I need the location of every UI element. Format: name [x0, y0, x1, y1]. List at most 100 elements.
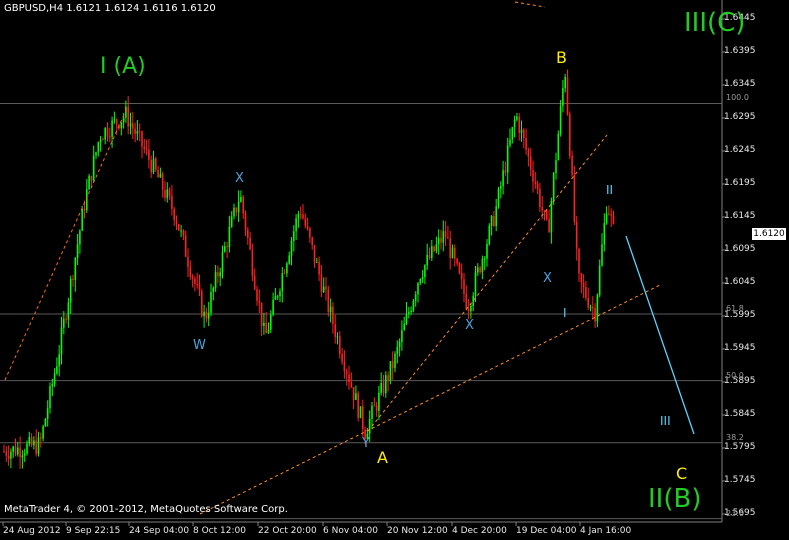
price-chart[interactable] — [0, 0, 789, 540]
wave-label-x1: X — [235, 171, 244, 186]
candle-body — [437, 237, 440, 245]
candle-body — [601, 244, 603, 266]
candle-body — [516, 116, 518, 120]
candle-body — [164, 189, 166, 198]
candle-body — [433, 246, 435, 252]
candle-body — [46, 408, 49, 419]
candle-body — [122, 117, 125, 123]
candle-body — [458, 263, 461, 274]
time-tick-label: 24 Aug 2012 — [3, 526, 61, 536]
candle-body — [329, 306, 332, 313]
candle-body — [283, 273, 286, 275]
candle-body — [529, 156, 532, 170]
candle-body — [332, 306, 334, 325]
candle-body — [76, 244, 79, 259]
time-tick-label: 24 Sep 04:00 — [129, 526, 190, 536]
candle-body — [67, 302, 70, 320]
candle-body — [474, 272, 477, 296]
candle-body — [92, 155, 95, 181]
candle-body — [210, 292, 212, 313]
candle-body — [357, 393, 359, 418]
candle-body — [115, 119, 118, 125]
candle-body — [265, 322, 267, 334]
candle-body — [28, 437, 31, 444]
candle-body — [470, 306, 472, 312]
candle-body — [481, 258, 484, 273]
candle-body — [426, 254, 428, 266]
candle-body — [196, 283, 198, 285]
trend-line-top-fragment — [514, 1, 546, 8]
wave-label-i: I — [563, 306, 567, 320]
candle-body — [171, 195, 173, 209]
candle-body — [589, 306, 592, 308]
wave-label-y: Y — [362, 436, 370, 451]
copyright-text: MetaTrader 4, © 2001-2012, MetaQuotes So… — [4, 504, 288, 515]
wave-label-x3: X — [543, 271, 552, 286]
candle-body — [467, 308, 470, 312]
candle-body — [290, 240, 293, 256]
candle-body — [472, 295, 474, 307]
candle-body — [447, 237, 449, 239]
candle-body — [410, 310, 412, 313]
candle-body — [311, 237, 313, 245]
candle-body — [548, 219, 550, 233]
candle-body — [178, 223, 180, 231]
candle-body — [40, 437, 42, 439]
candle-body — [51, 383, 54, 387]
candle-body — [69, 278, 72, 303]
candle-body — [552, 173, 555, 202]
candle-body — [237, 201, 240, 213]
candle-body — [212, 287, 215, 293]
candle-body — [104, 128, 106, 140]
candle-body — [362, 406, 364, 430]
candle-body — [53, 373, 56, 384]
candle-body — [612, 215, 615, 224]
candle-body — [102, 139, 104, 141]
current-price-badge: 1.6120 — [752, 228, 786, 240]
fib-level-label: 50.0 — [726, 370, 744, 380]
candle-body — [569, 113, 571, 156]
candle-body — [247, 229, 249, 238]
candle-body — [497, 188, 500, 207]
candle-body — [33, 440, 35, 446]
candle-body — [412, 300, 415, 311]
candle-body — [322, 286, 325, 292]
candle-body — [286, 263, 288, 274]
fibonacci-lines — [0, 102, 722, 520]
candle-body — [150, 159, 152, 173]
candle-body — [79, 230, 81, 245]
candle-body — [605, 213, 608, 224]
candle-body — [58, 354, 60, 367]
candle-body — [175, 220, 178, 224]
candle-body — [260, 302, 263, 326]
candle-body — [495, 206, 497, 227]
candle-body — [343, 361, 346, 372]
candle-body — [288, 255, 290, 264]
candle-body — [603, 223, 606, 245]
candle-body — [194, 278, 196, 284]
candle-body — [550, 201, 553, 233]
candle-body — [341, 354, 343, 362]
candlesticks — [3, 69, 615, 469]
candle-body — [389, 361, 392, 381]
candle-body — [313, 244, 316, 263]
wave-label-b: B — [556, 48, 567, 67]
time-tick-label: 6 Nov 04:00 — [323, 526, 378, 536]
candle-body — [463, 279, 465, 295]
candle-body — [316, 261, 318, 263]
candle-body — [258, 300, 261, 303]
time-tick-label: 22 Oct 20:00 — [258, 526, 317, 536]
candle-body — [428, 254, 431, 259]
candle-body — [203, 311, 205, 317]
candle-body — [525, 138, 527, 150]
candle-body — [221, 251, 224, 273]
candle-body — [504, 170, 507, 173]
candle-body — [113, 119, 116, 121]
candle-body — [352, 387, 355, 401]
candle-body — [339, 336, 341, 355]
candle-body — [539, 188, 541, 208]
candle-body — [256, 289, 258, 301]
price-tick-label: 1.5945 — [724, 343, 756, 353]
candle-body — [152, 158, 155, 173]
candle-body — [608, 213, 610, 215]
